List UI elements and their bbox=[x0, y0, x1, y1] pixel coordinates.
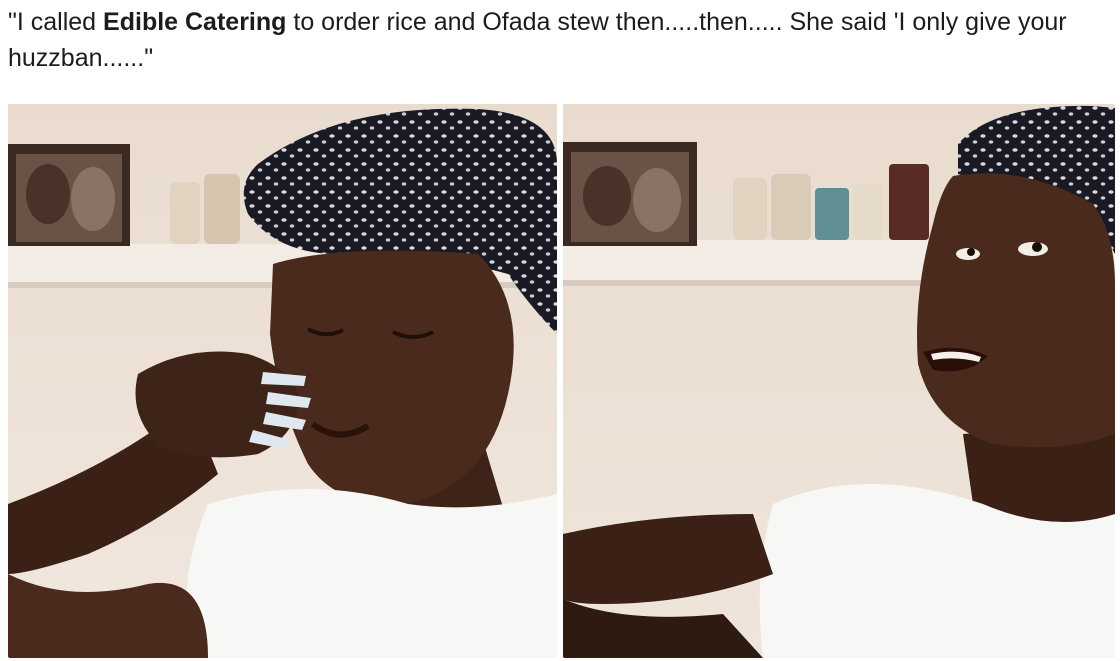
meme-panel-right bbox=[563, 104, 1115, 658]
white-shirt bbox=[185, 489, 557, 658]
meme-panel-left bbox=[8, 104, 557, 658]
looking-up-woman-image bbox=[563, 104, 1115, 658]
meme-caption: "I called Edible Catering to order rice … bbox=[8, 4, 1108, 76]
talking-face bbox=[917, 173, 1115, 448]
caption-text-start: "I called bbox=[8, 8, 104, 36]
crying-woman-image bbox=[8, 104, 557, 658]
caption-bold-name: Edible Catering bbox=[103, 8, 287, 36]
